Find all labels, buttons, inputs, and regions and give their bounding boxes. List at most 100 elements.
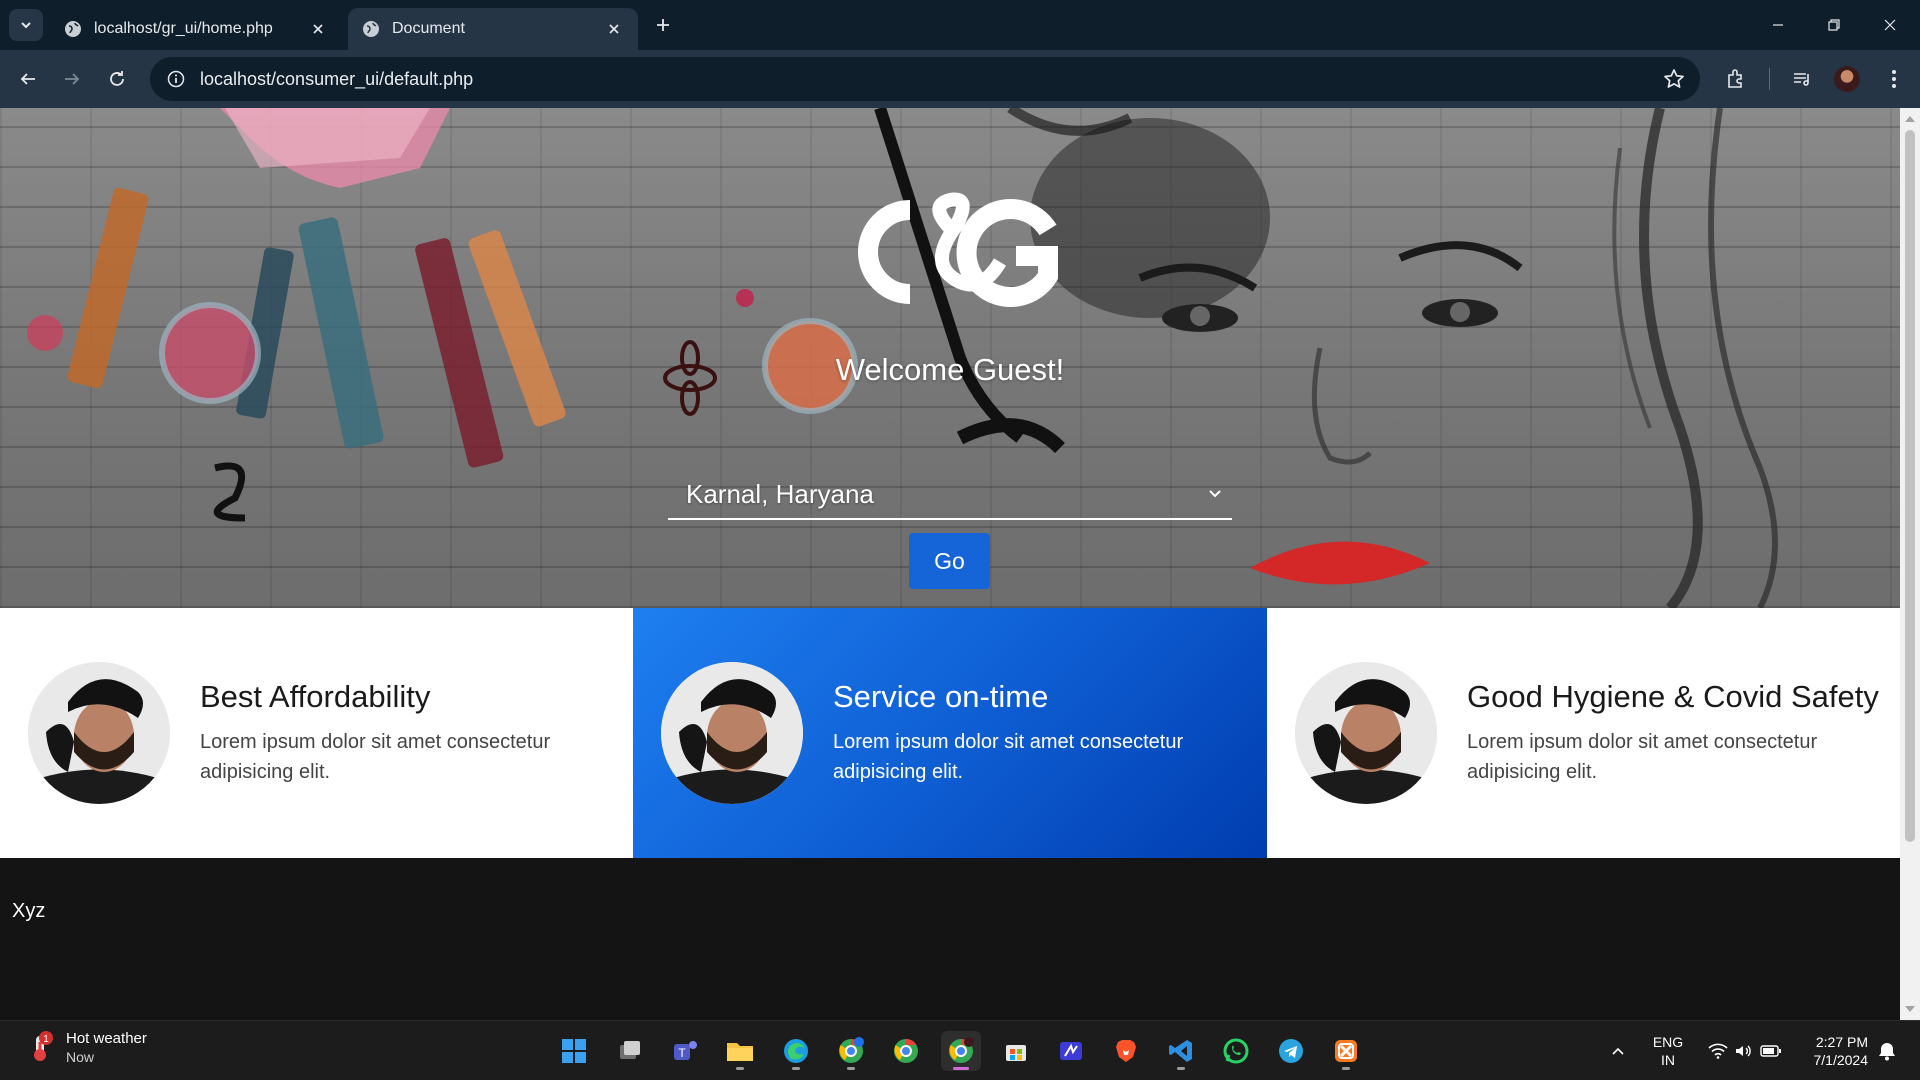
weather-title: Hot weather (66, 1030, 147, 1047)
page-scrollbar[interactable] (1900, 108, 1920, 1020)
url-text: localhost/consumer_ui/default.php (200, 68, 474, 89)
folder-icon (727, 1043, 753, 1061)
feature-title: Service on-time (833, 679, 1049, 714)
chrome-active-app[interactable] (941, 1031, 981, 1071)
browser-menu-icon[interactable] (1880, 65, 1908, 93)
page-footer: Xyz (0, 858, 1900, 1020)
vscode-icon (1169, 1040, 1192, 1062)
forward-button[interactable] (56, 63, 88, 95)
show-hidden-icons-button[interactable] (1598, 1031, 1638, 1071)
back-button[interactable] (12, 63, 44, 95)
system-clock[interactable]: 2:27 PM 7/1/2024 (1798, 1033, 1869, 1069)
minimize-button[interactable] (1758, 10, 1798, 40)
city-select[interactable]: Karnal, Haryana (668, 470, 1232, 520)
feature-description: Lorem ipsum dolor sit amet consectetur a… (200, 731, 551, 783)
scroll-thumb[interactable] (1905, 130, 1915, 842)
teams-icon: T (674, 1041, 697, 1060)
tab-close-icon[interactable] (604, 19, 624, 39)
chrome-profile-app[interactable] (831, 1031, 871, 1071)
feature-card-affordability: Best Affordability Lorem ipsum dolor sit… (0, 608, 633, 858)
profile-avatar[interactable] (1834, 66, 1860, 92)
notifications-button[interactable] (1872, 1031, 1902, 1071)
feature-text: Best Affordability Lorem ipsum dolor sit… (200, 608, 613, 858)
tab-close-icon[interactable] (308, 19, 328, 39)
volume-icon (1736, 1045, 1751, 1057)
running-indicator (1177, 1067, 1185, 1070)
footer-text: Xyz (12, 900, 46, 922)
arrow-left-icon (20, 73, 35, 85)
weather-subtitle: Now (66, 1049, 95, 1065)
vscode-app[interactable] (1161, 1031, 1201, 1071)
chevron-down-icon (1204, 483, 1226, 505)
svg-text:T: T (678, 1046, 686, 1060)
weather-widget[interactable]: 1 Hot weather Now (24, 1029, 147, 1065)
tab-title: Document (392, 20, 465, 37)
whatsapp-icon (1223, 1038, 1249, 1064)
screen: localhost/gr_ui/home.php Document localh… (0, 0, 1920, 1080)
extensions-icon[interactable] (1722, 65, 1750, 93)
task-view-icon (620, 1041, 640, 1059)
running-indicator (847, 1067, 855, 1070)
chevron-down-icon (21, 22, 31, 29)
hero-banner: Welcome Guest! Karnal, Haryana Go (0, 108, 1900, 608)
features-section: Best Affordability Lorem ipsum dolor sit… (0, 608, 1900, 858)
welcome-heading: Welcome Guest! (835, 352, 1065, 387)
edge-app[interactable] (776, 1031, 816, 1071)
browser-tab-home[interactable]: localhost/gr_ui/home.php (50, 8, 342, 50)
go-button[interactable]: Go (909, 533, 990, 589)
new-tab-button[interactable] (650, 12, 676, 38)
feature-title: Good Hygiene & Covid Safety (1467, 679, 1879, 714)
xampp-app[interactable] (1326, 1031, 1366, 1071)
brave-lion-icon (1116, 1040, 1136, 1062)
clock-time: 2:27 PM (1815, 1034, 1868, 1050)
windows-taskbar: 1 Hot weather Now T ENG IN 2:27 PM 7/1/2… (0, 1020, 1920, 1080)
chrome-icon (949, 1037, 974, 1063)
feature-title: Best Affordability (200, 679, 431, 714)
whiteboard-icon (1060, 1042, 1082, 1060)
input-language-indicator[interactable]: ENG IN (1648, 1033, 1688, 1069)
telegram-icon (1279, 1039, 1303, 1063)
reload-button[interactable] (101, 63, 133, 95)
site-info-icon[interactable] (154, 57, 198, 101)
arrow-right-icon (65, 73, 80, 85)
media-controls-icon[interactable] (1788, 65, 1816, 93)
clock-date: 7/1/2024 (1813, 1052, 1869, 1068)
scroll-down-arrow[interactable] (1905, 1006, 1915, 1012)
globe-icon (65, 21, 81, 37)
reload-icon (110, 71, 124, 86)
whatsapp-app[interactable] (1216, 1031, 1256, 1071)
start-button[interactable] (554, 1031, 594, 1071)
region-code: IN (1661, 1052, 1675, 1068)
bell-icon (1879, 1043, 1895, 1061)
barber-avatar (661, 662, 803, 804)
quick-settings-button[interactable] (1700, 1031, 1790, 1071)
restore-icon (1828, 19, 1840, 31)
teams-app[interactable]: T (665, 1031, 705, 1071)
bookmark-star-icon[interactable] (1662, 67, 1686, 91)
file-explorer-app[interactable] (720, 1031, 760, 1071)
chrome-icon (839, 1037, 864, 1063)
running-indicator (1342, 1067, 1350, 1070)
toolbar-separator (1769, 68, 1770, 90)
address-bar[interactable]: localhost/consumer_ui/default.php (150, 57, 1700, 101)
tab-title: localhost/gr_ui/home.php (94, 20, 273, 37)
close-icon (1884, 19, 1896, 31)
browser-tab-document[interactable]: Document (348, 8, 638, 50)
browser-tab-strip: localhost/gr_ui/home.php Document (0, 0, 1920, 50)
chrome-app[interactable] (886, 1031, 926, 1071)
restore-button[interactable] (1814, 10, 1854, 40)
running-indicator (736, 1067, 744, 1070)
close-window-button[interactable] (1870, 10, 1910, 40)
brave-app[interactable] (1106, 1031, 1146, 1071)
thermometer-icon: 1 (24, 1030, 58, 1064)
microsoft-store-app[interactable] (996, 1031, 1036, 1071)
city-select-value: Karnal, Haryana (686, 478, 874, 509)
whiteboard-app[interactable] (1051, 1031, 1091, 1071)
store-icon (1006, 1045, 1026, 1061)
tab-search-button[interactable] (9, 9, 43, 41)
feature-description: Lorem ipsum dolor sit amet consectetur a… (833, 731, 1184, 783)
scroll-up-arrow[interactable] (1905, 116, 1915, 122)
task-view-button[interactable] (610, 1031, 650, 1071)
telegram-app[interactable] (1271, 1031, 1311, 1071)
minimize-icon (1773, 24, 1783, 26)
